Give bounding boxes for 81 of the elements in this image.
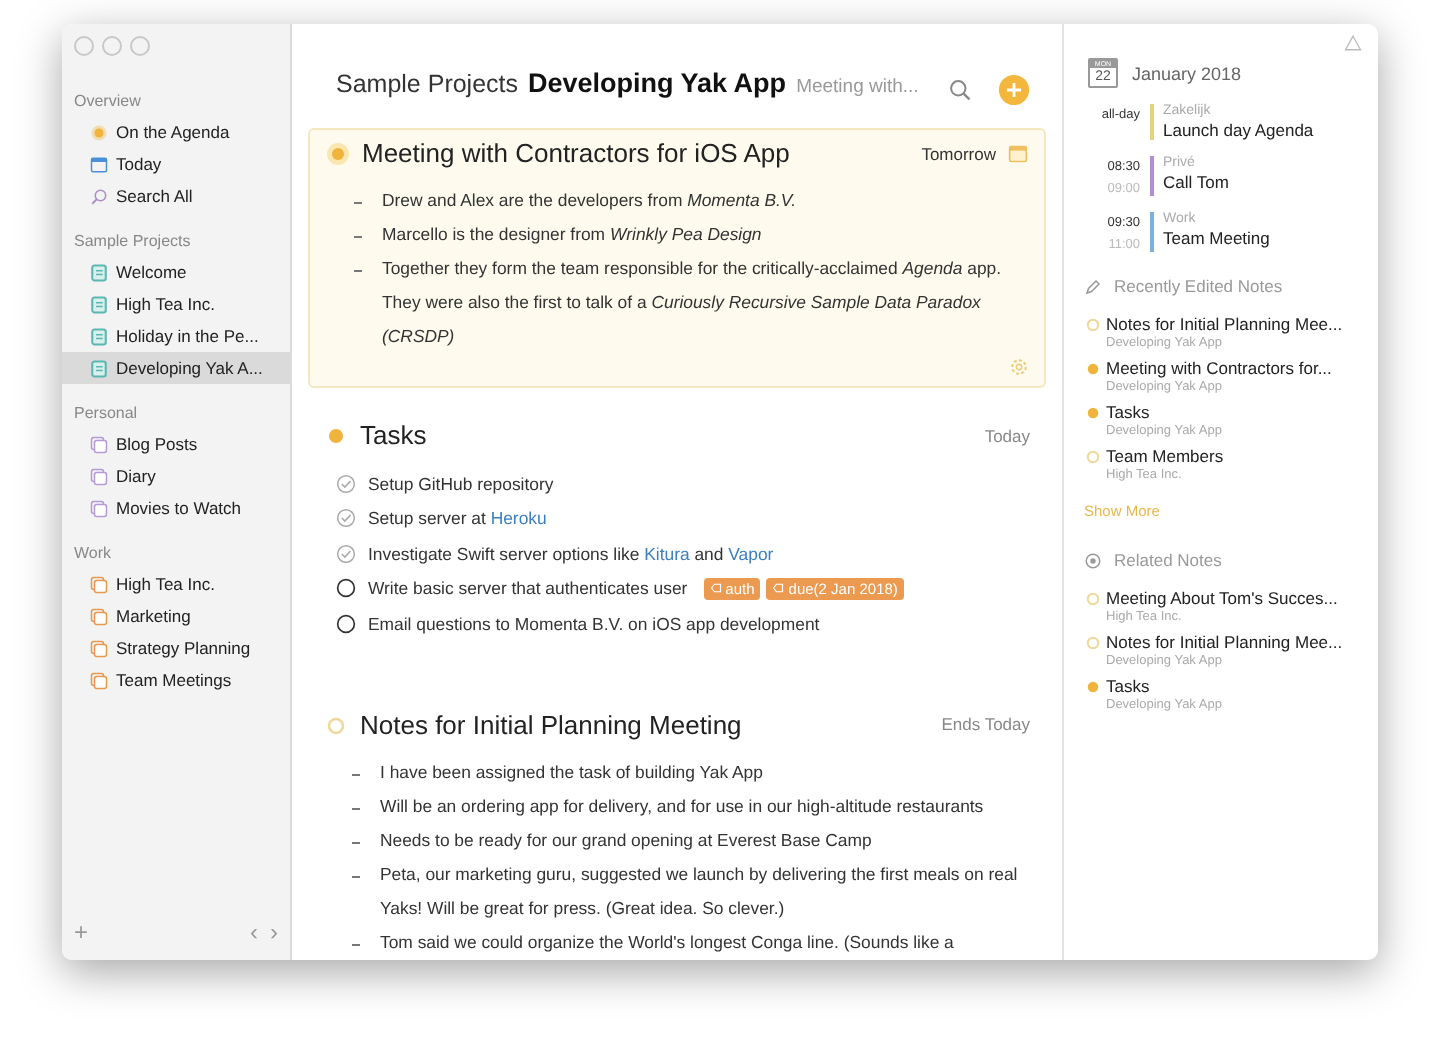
task-text: Setup GitHub repository xyxy=(368,473,554,494)
close-window-button[interactable] xyxy=(74,36,94,56)
task-text: and xyxy=(692,543,726,564)
checked-circle-icon[interactable] xyxy=(336,543,356,564)
note-link[interactable]: Team Members xyxy=(1106,446,1224,466)
sidebar-item[interactable]: High Tea Inc. xyxy=(62,288,290,320)
calendar-month: January 2018 xyxy=(1132,63,1242,83)
bullet-text: Peta, our marketing guru, suggested we launch by delivering the first meals on real Yaks! Will be great for press. (Great idea. So clever.) xyxy=(380,861,1020,922)
sidebar-item[interactable]: Search All xyxy=(62,180,290,212)
note-link[interactable]: Meeting with Contractors for... xyxy=(1106,358,1332,378)
section-title: Related Notes xyxy=(1114,550,1222,570)
note-link[interactable]: Notes for Initial Planning Mee... xyxy=(1106,632,1343,652)
dash-bullet-icon xyxy=(354,270,362,272)
pencil-icon xyxy=(1084,277,1102,295)
section-title: Recently Edited Notes xyxy=(1114,276,1283,296)
empty-circle-checkbox[interactable] xyxy=(336,613,356,634)
dash-bullet-icon xyxy=(352,875,360,877)
dash-bullet-icon xyxy=(354,236,362,238)
sidebar-item[interactable]: Welcome xyxy=(62,256,290,288)
sidebar-section-title: Overview xyxy=(72,92,143,110)
note-link[interactable]: Tasks xyxy=(1106,676,1222,696)
bullet-text: I have been assigned the task of building Yak App xyxy=(380,759,765,786)
note-link[interactable]: Notes for Initial Planning Mee... xyxy=(1106,314,1343,334)
warning-triangle-icon[interactable] xyxy=(1344,34,1362,52)
note-date: Ends Today xyxy=(941,714,1030,734)
dash-bullet-icon xyxy=(352,841,360,843)
dash-bullet-icon xyxy=(354,202,362,204)
tag-icon xyxy=(772,582,785,595)
note-title: Meeting with Contractors for iOS App xyxy=(362,138,790,168)
sidebar-section-title: Sample Projects xyxy=(72,232,193,250)
sidebar-item[interactable]: Today xyxy=(62,148,290,180)
sidebar-item[interactable]: High Tea Inc. xyxy=(62,568,290,600)
task-text: Setup server at xyxy=(368,508,488,529)
project-title: Developing Yak App xyxy=(528,68,787,98)
sidebar-item[interactable]: Team Meetings xyxy=(62,664,290,696)
bullet-text: Marcello is the designer from Wrinkly Pea Design xyxy=(382,222,764,248)
sidebar-item[interactable]: Movies to Watch xyxy=(62,492,290,524)
task-link[interactable]: Kitura xyxy=(644,543,690,564)
sidebar-item[interactable]: Holiday in the Pe... xyxy=(62,320,290,352)
note-date: Today xyxy=(984,425,1030,445)
task-text: Investigate Swift server options like xyxy=(368,543,642,564)
dash-bullet-icon xyxy=(352,773,360,775)
breadcrumb-category[interactable]: Sample Projects xyxy=(336,70,519,98)
bullet-text: Will be an ordering app for delivery, and for use in our high-altitude restaurants xyxy=(380,793,986,820)
zoom-window-button[interactable] xyxy=(130,36,150,56)
sidebar-section-title: Work xyxy=(72,544,114,562)
sidebar-item[interactable]: Strategy Planning xyxy=(62,632,290,664)
search-icon[interactable] xyxy=(948,78,972,102)
sidebar-section-title: Personal xyxy=(72,404,140,422)
dash-bullet-icon xyxy=(352,807,360,809)
minimize-window-button[interactable] xyxy=(102,36,122,56)
sidebar-item[interactable]: Blog Posts xyxy=(62,428,290,460)
task-link[interactable]: Vapor xyxy=(728,543,774,564)
checked-circle-icon[interactable] xyxy=(336,473,356,494)
note-title: Notes for Initial Planning Meeting xyxy=(360,709,742,739)
event-title[interactable]: Launch day Agenda xyxy=(1163,120,1314,140)
note-link[interactable]: Tasks xyxy=(1106,402,1222,422)
calendar-icon[interactable] xyxy=(1008,143,1028,163)
sidebar-item[interactable]: Developing Yak A... xyxy=(62,352,290,384)
checked-circle-icon[interactable] xyxy=(336,508,356,529)
bullet-text: Drew and Alex are the developers from Momenta B.V. xyxy=(382,188,798,214)
event-title[interactable]: Call Tom xyxy=(1163,172,1229,192)
sidebar-item[interactable]: Diary xyxy=(62,460,290,492)
link-circle-icon xyxy=(1084,551,1102,569)
bullet-text: Tom said we could organize the World's longest Conga line. (Sounds like a xyxy=(380,929,956,956)
note-date: Tomorrow xyxy=(921,143,996,163)
bullet-text: Needs to be ready for our grand opening at Everest Base Camp xyxy=(380,827,874,854)
add-note-button[interactable] xyxy=(998,74,1030,106)
empty-circle-checkbox[interactable] xyxy=(336,578,356,599)
settings-icon[interactable] xyxy=(1010,358,1028,376)
bullet-text: Together they form the team responsible for the critically-acclaimed Agenda app. They were also the first to talk of a Curiously Recursive Sample Data Paradox (CRSDP) xyxy=(382,256,1004,350)
task-text: Email questions to Momenta B.V. on iOS app development xyxy=(368,613,820,634)
tag-icon xyxy=(709,582,722,595)
sidebar-item[interactable]: Marketing xyxy=(62,600,290,632)
task-text: Write basic server that authenticates user xyxy=(368,578,688,599)
event-title[interactable]: Team Meeting xyxy=(1163,228,1270,248)
note-title: Tasks xyxy=(360,420,427,450)
dash-bullet-icon xyxy=(352,943,360,945)
note-link[interactable]: Meeting About Tom's Succes... xyxy=(1106,588,1338,608)
task-link[interactable]: Heroku xyxy=(490,508,547,529)
sidebar-item[interactable]: On the Agenda xyxy=(62,116,290,148)
